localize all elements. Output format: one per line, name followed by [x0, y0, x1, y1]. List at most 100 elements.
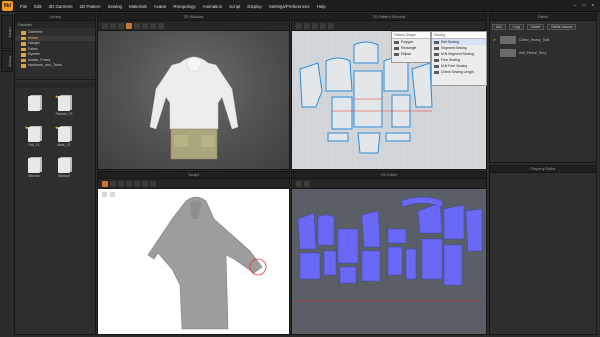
2d-window-title: 2D Pattern Window — [292, 14, 486, 21]
select-tool-icon[interactable] — [102, 22, 108, 29]
menu-check-sewing-length[interactable]: Check Sewing Length — [432, 69, 486, 75]
uv-select-icon[interactable] — [296, 180, 302, 187]
curve-tool-icon[interactable] — [328, 22, 334, 29]
uv-toolbar — [292, 179, 486, 189]
menu-help[interactable]: Help — [317, 4, 326, 9]
edit-pattern-icon[interactable] — [304, 22, 310, 29]
file-thumb[interactable]: ★ Female_V2 — [55, 93, 73, 118]
tack-tool-icon[interactable] — [142, 22, 148, 29]
pinch-icon[interactable] — [134, 180, 140, 187]
3d-window-toolbar — [98, 21, 289, 31]
maximize-button[interactable]: □ — [581, 3, 587, 9]
menu-file[interactable]: File — [20, 4, 27, 9]
relax-icon[interactable] — [150, 180, 156, 187]
fabric-title: Fabric — [490, 14, 596, 21]
fabric-swatch — [500, 48, 516, 57]
tab-library[interactable]: Library — [1, 15, 13, 49]
free-sewing-icon — [434, 58, 439, 62]
3d-window-title: 3D Window — [98, 14, 289, 21]
segment-sewing-icon — [434, 46, 439, 50]
simulate-icon[interactable] — [126, 22, 132, 29]
copy-fabric-button[interactable]: Copy — [508, 24, 525, 30]
check-icon: ✔ — [493, 37, 496, 42]
menu-2d-pattern[interactable]: 2D Pattern — [80, 4, 101, 9]
pattern-shape-menu: Pattern Shape Polygon Rectangle Ellipse — [391, 31, 431, 63]
menu-display[interactable]: Display — [247, 4, 261, 9]
file-icon — [58, 157, 70, 173]
fabric-item[interactable]: ✔ Cotton_Heavy_Twill — [490, 33, 596, 46]
folder-icon — [21, 53, 26, 57]
sculpted-garment-shape — [147, 196, 263, 330]
menu-ellipse[interactable]: Ellipse — [392, 51, 430, 57]
menu-settings[interactable]: Settings/Preferences — [269, 4, 310, 9]
sewing-dropdown[interactable]: Sewing — [432, 32, 486, 39]
add-fabric-button[interactable]: Add — [492, 24, 506, 30]
folder-icon — [21, 36, 26, 40]
pin-tool-icon[interactable] — [118, 22, 124, 29]
property-editor-title: Property Editor — [490, 166, 596, 173]
transform-pattern-icon[interactable] — [296, 22, 302, 29]
delete-fabric-button[interactable]: Delete — [527, 24, 545, 30]
uv-viewport[interactable] — [292, 189, 486, 334]
file-icon: ★ — [25, 124, 40, 142]
sculpt-viewport[interactable] — [98, 189, 289, 334]
sculpt-window: Sculpt — [97, 171, 290, 335]
fabric-panel: Fabric Add Copy Delete Delete Unused ✔ Co… — [489, 13, 597, 163]
rectangle-tool-icon[interactable] — [320, 22, 326, 29]
folder-icon — [21, 47, 26, 51]
pocket-shape — [201, 135, 215, 147]
menu-materials[interactable]: Materials — [129, 4, 147, 9]
smooth-icon[interactable] — [126, 180, 132, 187]
menu-sewing[interactable]: Sewing — [108, 4, 122, 9]
menu-retopology[interactable]: Retopology — [173, 4, 195, 9]
file-icon: ★ — [55, 93, 70, 111]
minimize-button[interactable]: – — [572, 3, 578, 9]
3d-viewport[interactable] — [98, 31, 289, 169]
tab-history[interactable]: History — [1, 50, 13, 72]
edit-sewing-icon — [434, 40, 439, 44]
menu-bar: Md File Edit 3D Garment 2D Pattern Sewin… — [0, 0, 600, 12]
file-thumb[interactable] — [25, 95, 43, 118]
menu-items: File Edit 3D Garment 2D Pattern Sewing M… — [20, 0, 326, 12]
fold-tool-icon[interactable] — [134, 22, 140, 29]
app-logo: Md — [2, 1, 13, 11]
polygon-icon — [394, 40, 399, 44]
sewing-menu: Sewing Edit Sewing Segment Sewing M:N Se… — [431, 31, 487, 86]
delete-unused-button[interactable]: Delete Unused — [547, 24, 577, 30]
library-folder-list: Garment Avatar Hanger Fabric Eyelets Ava… — [15, 28, 95, 69]
folder-icon — [21, 64, 26, 68]
folder-item-hardware[interactable]: hardware_and_Trims — [15, 63, 95, 69]
move-tool-icon[interactable] — [110, 22, 116, 29]
view-icon — [102, 192, 107, 197]
star-icon: ★ — [25, 124, 29, 130]
library-title: Library — [15, 14, 95, 21]
file-thumb[interactable]: ★ Male_V2 — [55, 125, 73, 149]
fabric-item[interactable]: Knit_Fleece_Terry — [490, 46, 596, 59]
file-icon: ★ — [55, 125, 70, 142]
menu-edit[interactable]: Edit — [34, 4, 42, 9]
brush-icon[interactable] — [102, 180, 108, 187]
file-icon — [28, 157, 40, 173]
menu-animation[interactable]: Animation — [203, 4, 223, 9]
star-icon: ★ — [55, 93, 59, 99]
file-thumb[interactable]: ★ Rdt_V1 — [25, 124, 43, 149]
menu-avatar[interactable]: Avatar — [154, 4, 167, 9]
uv-move-icon[interactable] — [304, 180, 310, 187]
inflate-icon[interactable] — [110, 180, 116, 187]
fabric-button-row: Add Copy Delete Delete Unused — [490, 21, 596, 33]
close-button[interactable]: × — [590, 3, 596, 9]
2d-viewport[interactable]: Pattern Shape Polygon Rectangle Ellipse … — [292, 31, 487, 169]
pattern-shape-dropdown[interactable]: Pattern Shape — [392, 32, 430, 39]
file-thumb[interactable]: Woman — [25, 157, 43, 180]
grab-icon[interactable] — [142, 180, 148, 187]
button-tool-icon[interactable] — [150, 22, 156, 29]
sculpt-render — [102, 192, 267, 330]
menu-3d-garment[interactable]: 3D Garment — [49, 4, 73, 9]
polygon-tool-icon[interactable] — [312, 22, 318, 29]
flatten-icon[interactable] — [118, 180, 124, 187]
topstitch-tool-icon[interactable] — [158, 22, 164, 29]
sculpt-toolbar — [98, 179, 289, 189]
uv-editor-window: UV Editor — [291, 171, 487, 335]
file-thumb[interactable]: Stickum — [55, 157, 73, 180]
menu-script[interactable]: Script — [229, 4, 240, 9]
